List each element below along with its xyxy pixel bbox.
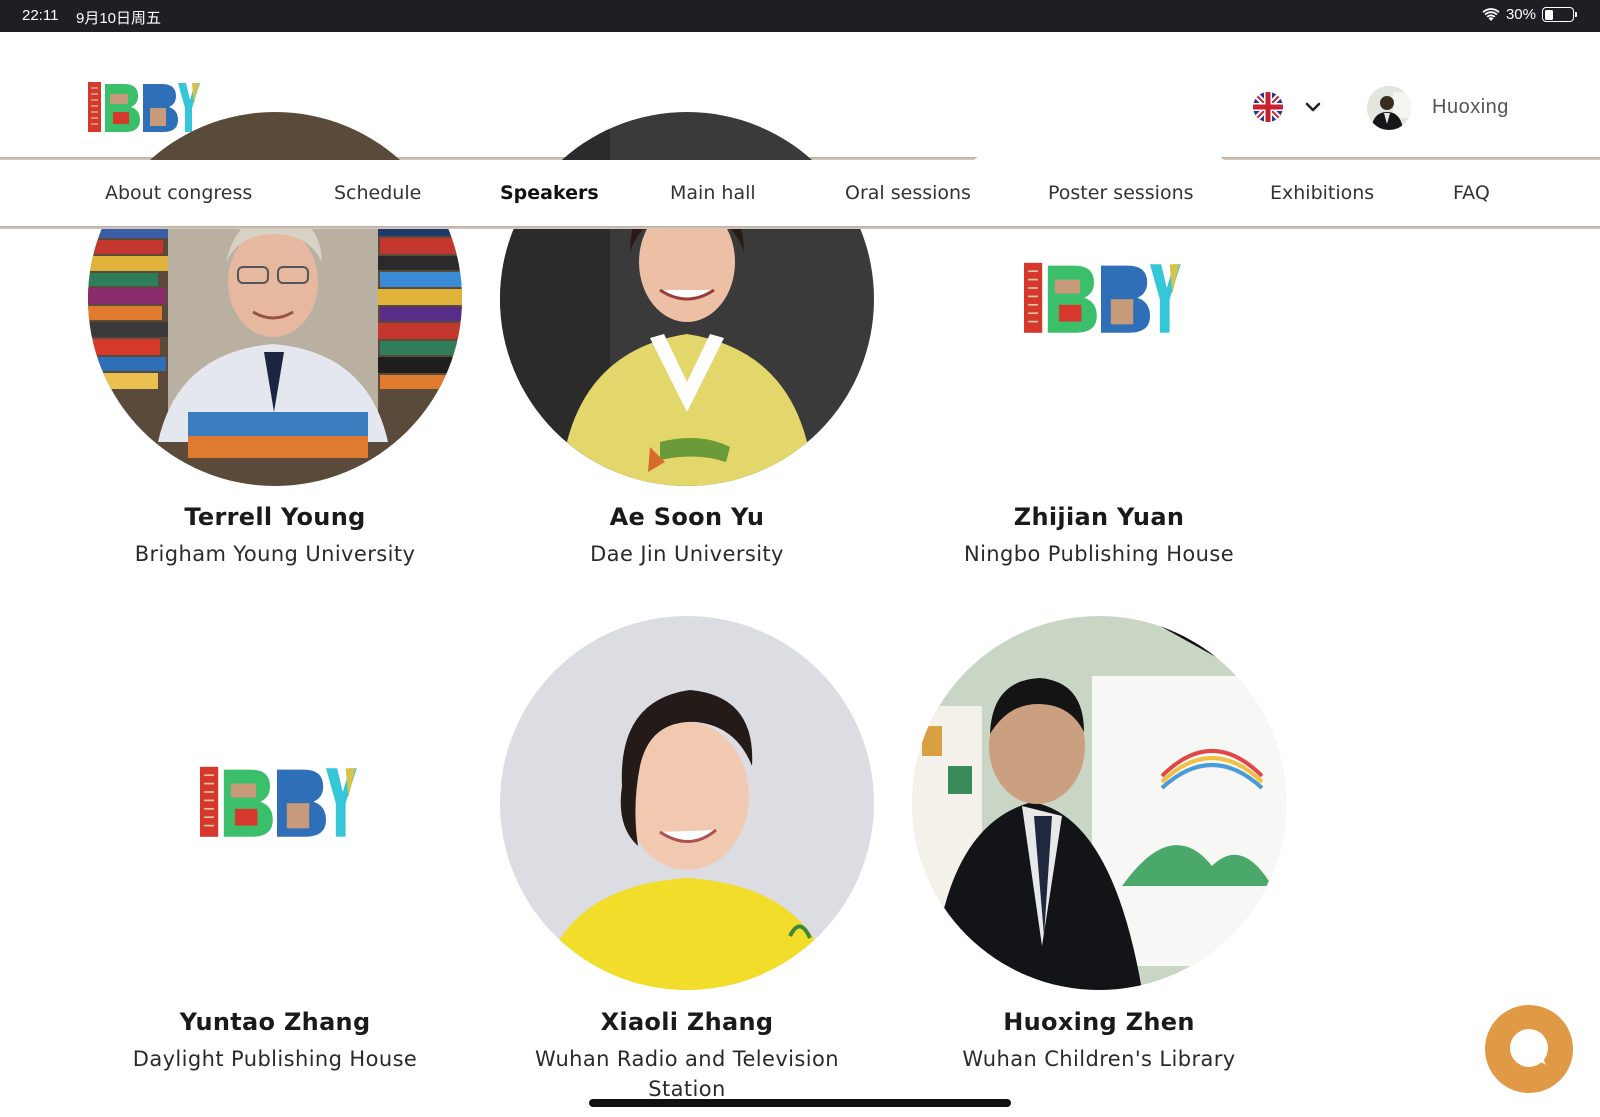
speaker-org: Ningbo Publishing House: [963, 542, 1235, 566]
user-name[interactable]: Huoxing: [1432, 96, 1509, 119]
ibby-logo-placeholder: [1024, 262, 1181, 333]
speaker-name: Yuntao Zhang: [179, 1008, 371, 1036]
nav-speakers[interactable]: Speakers: [500, 182, 599, 204]
status-time: 22:11: [22, 7, 59, 24]
chevron-down-icon[interactable]: [1304, 98, 1322, 116]
speaker-photo: [500, 616, 874, 990]
speaker-org: Wuhan Radio and Television Station: [535, 1047, 839, 1101]
speaker-photo: [912, 616, 1286, 990]
wifi-icon: [1482, 7, 1500, 21]
speaker-org: Brigham Young University: [134, 542, 416, 566]
nav-main-hall[interactable]: Main hall: [670, 182, 756, 204]
ibby-logo-placeholder: [200, 766, 357, 837]
speaker-photo: [88, 616, 462, 990]
battery-fill: [1544, 9, 1553, 20]
main-nav: About congress Schedule Speakers Main ha…: [0, 160, 1600, 227]
user-avatar[interactable]: [1367, 86, 1411, 130]
battery-icon: [1542, 7, 1577, 22]
nav-faq[interactable]: FAQ: [1453, 182, 1490, 204]
nav-poster-sessions[interactable]: Poster sessions: [1048, 182, 1194, 204]
speaker-name: Zhijian Yuan: [1013, 503, 1185, 531]
nav-divider: [0, 226, 1600, 229]
nav-exhibitions[interactable]: Exhibitions: [1270, 182, 1374, 204]
home-indicator[interactable]: [589, 1099, 1011, 1107]
uk-flag-icon[interactable]: [1253, 92, 1283, 122]
status-bar: 22:11 9月10日周五 30%: [0, 0, 1600, 32]
speaker-name: Terrell Young: [184, 503, 366, 531]
battery-percent: 30%: [1505, 6, 1536, 23]
ibby-logo[interactable]: [88, 80, 200, 136]
speaker-org: Dae Jin University: [590, 542, 784, 566]
speaker-org: Wuhan Children's Library: [962, 1047, 1236, 1071]
speaker-name: Xiaoli Zhang: [600, 1008, 774, 1036]
nav-oral-sessions[interactable]: Oral sessions: [845, 182, 971, 204]
chat-button[interactable]: [1485, 1005, 1573, 1093]
nav-schedule[interactable]: Schedule: [334, 182, 421, 204]
nav-about-congress[interactable]: About congress: [105, 182, 252, 204]
speaker-org: Daylight Publishing House: [132, 1047, 418, 1071]
status-date: 9月10日周五: [76, 10, 162, 27]
speaker-name: Huoxing Zhen: [1003, 1008, 1195, 1036]
speaker-name: Ae Soon Yu: [609, 503, 765, 531]
